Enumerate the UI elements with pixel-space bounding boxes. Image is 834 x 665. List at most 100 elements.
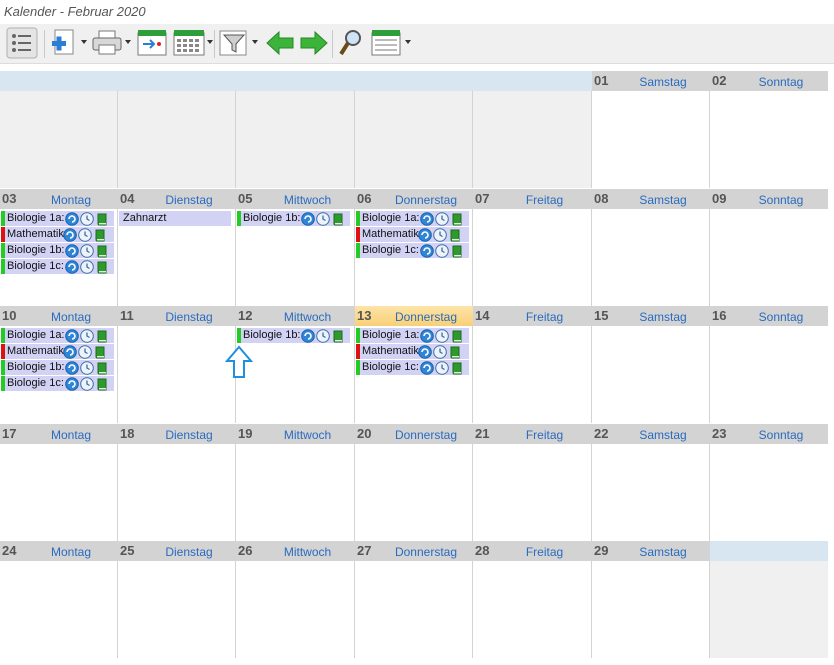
- day-cell[interactable]: [710, 326, 828, 423]
- day-header[interactable]: 01 Samstag: [592, 71, 710, 91]
- clock-icon[interactable]: [78, 228, 93, 242]
- day-cell[interactable]: [710, 91, 828, 188]
- calendar-view-icon[interactable]: [370, 27, 402, 61]
- day-header[interactable]: 27 Donnerstag: [355, 541, 473, 561]
- clock-icon[interactable]: [80, 212, 95, 226]
- clock-icon[interactable]: [80, 361, 95, 375]
- day-header[interactable]: 16 Sonntag: [710, 306, 828, 326]
- book-icon[interactable]: [448, 228, 463, 242]
- calendar-event[interactable]: Biologie 1b:: [1, 360, 114, 375]
- day-cell[interactable]: [0, 444, 118, 541]
- chevron-down-icon[interactable]: [81, 40, 87, 44]
- goto-date-icon[interactable]: [136, 27, 168, 61]
- refresh-icon[interactable]: [420, 244, 435, 258]
- calendar-event[interactable]: Biologie 1c:: [1, 376, 114, 391]
- day-cell[interactable]: [710, 209, 828, 306]
- chevron-down-icon[interactable]: [125, 40, 131, 44]
- day-cell[interactable]: [236, 561, 355, 658]
- book-icon[interactable]: [331, 329, 346, 343]
- day-cell[interactable]: [355, 561, 473, 658]
- chevron-down-icon[interactable]: [207, 40, 213, 44]
- day-header[interactable]: 22 Samstag: [592, 424, 710, 444]
- day-header[interactable]: 25 Dienstag: [118, 541, 236, 561]
- clock-icon[interactable]: [433, 228, 448, 242]
- refresh-icon[interactable]: [418, 228, 433, 242]
- refresh-icon[interactable]: [418, 345, 433, 359]
- filter-icon[interactable]: [218, 27, 252, 61]
- book-icon[interactable]: [450, 244, 465, 258]
- calendar-event[interactable]: Zahnarzt: [119, 211, 231, 226]
- book-icon[interactable]: [450, 329, 465, 343]
- refresh-icon[interactable]: [65, 329, 80, 343]
- chevron-down-icon[interactable]: [252, 40, 258, 44]
- calendar-event[interactable]: Biologie 1c:: [1, 259, 114, 274]
- clock-icon[interactable]: [435, 361, 450, 375]
- day-cell[interactable]: [592, 91, 710, 188]
- book-icon[interactable]: [95, 260, 110, 274]
- list-icon[interactable]: [6, 27, 38, 61]
- day-header[interactable]: 21 Freitag: [473, 424, 592, 444]
- day-header[interactable]: 08 Samstag: [592, 189, 710, 209]
- book-icon[interactable]: [95, 361, 110, 375]
- day-header[interactable]: 11 Dienstag: [118, 306, 236, 326]
- refresh-icon[interactable]: [420, 212, 435, 226]
- day-header[interactable]: 05 Mittwoch: [236, 189, 355, 209]
- calendar-event[interactable]: Biologie 1c:: [356, 243, 469, 258]
- book-icon[interactable]: [93, 345, 108, 359]
- day-header[interactable]: 19 Mittwoch: [236, 424, 355, 444]
- refresh-icon[interactable]: [63, 345, 78, 359]
- clock-icon[interactable]: [80, 244, 95, 258]
- day-cell[interactable]: [473, 561, 592, 658]
- day-cell[interactable]: [0, 561, 118, 658]
- book-icon[interactable]: [448, 345, 463, 359]
- day-cell[interactable]: [473, 326, 592, 423]
- clock-icon[interactable]: [80, 377, 95, 391]
- day-cell[interactable]: [118, 561, 236, 658]
- book-icon[interactable]: [331, 212, 346, 226]
- day-header[interactable]: 04 Dienstag: [118, 189, 236, 209]
- day-header[interactable]: 14 Freitag: [473, 306, 592, 326]
- clock-icon[interactable]: [316, 212, 331, 226]
- day-header[interactable]: 26 Mittwoch: [236, 541, 355, 561]
- book-icon[interactable]: [93, 228, 108, 242]
- calendar-event[interactable]: Biologie 1a:: [356, 211, 469, 226]
- day-header[interactable]: 07 Freitag: [473, 189, 592, 209]
- day-cell[interactable]: [710, 444, 828, 541]
- day-header[interactable]: 10 Montag: [0, 306, 118, 326]
- day-header[interactable]: 03 Montag: [0, 189, 118, 209]
- day-cell[interactable]: [592, 209, 710, 306]
- day-header[interactable]: 28 Freitag: [473, 541, 592, 561]
- refresh-icon[interactable]: [420, 329, 435, 343]
- refresh-icon[interactable]: [65, 377, 80, 391]
- day-cell[interactable]: [592, 561, 710, 658]
- day-header[interactable]: 17 Montag: [0, 424, 118, 444]
- clock-icon[interactable]: [78, 345, 93, 359]
- calendar-grid-icon[interactable]: [172, 27, 206, 61]
- book-icon[interactable]: [450, 212, 465, 226]
- day-cell[interactable]: [592, 444, 710, 541]
- day-header[interactable]: 23 Sonntag: [710, 424, 828, 444]
- refresh-icon[interactable]: [65, 244, 80, 258]
- refresh-icon[interactable]: [65, 361, 80, 375]
- search-icon[interactable]: [336, 27, 366, 61]
- refresh-icon[interactable]: [65, 212, 80, 226]
- day-header[interactable]: 29 Samstag: [592, 541, 710, 561]
- calendar-event[interactable]: Biologie 1b:: [1, 243, 114, 258]
- book-icon[interactable]: [95, 377, 110, 391]
- day-cell[interactable]: [118, 326, 236, 423]
- calendar-event[interactable]: Biologie 1a:: [1, 211, 114, 226]
- clock-icon[interactable]: [435, 329, 450, 343]
- calendar-event[interactable]: Mathematik: [1, 227, 114, 242]
- refresh-icon[interactable]: [301, 212, 316, 226]
- clock-icon[interactable]: [80, 260, 95, 274]
- clock-icon[interactable]: [435, 212, 450, 226]
- calendar-event[interactable]: Biologie 1b:: [237, 328, 350, 343]
- day-cell[interactable]: [473, 444, 592, 541]
- day-header[interactable]: 12 Mittwoch: [236, 306, 355, 326]
- day-header[interactable]: 15 Samstag: [592, 306, 710, 326]
- calendar-event[interactable]: Biologie 1a:: [356, 328, 469, 343]
- calendar-event[interactable]: Mathematik: [356, 227, 469, 242]
- chevron-down-icon[interactable]: [405, 40, 411, 44]
- day-header[interactable]: 09 Sonntag: [710, 189, 828, 209]
- clock-icon[interactable]: [316, 329, 331, 343]
